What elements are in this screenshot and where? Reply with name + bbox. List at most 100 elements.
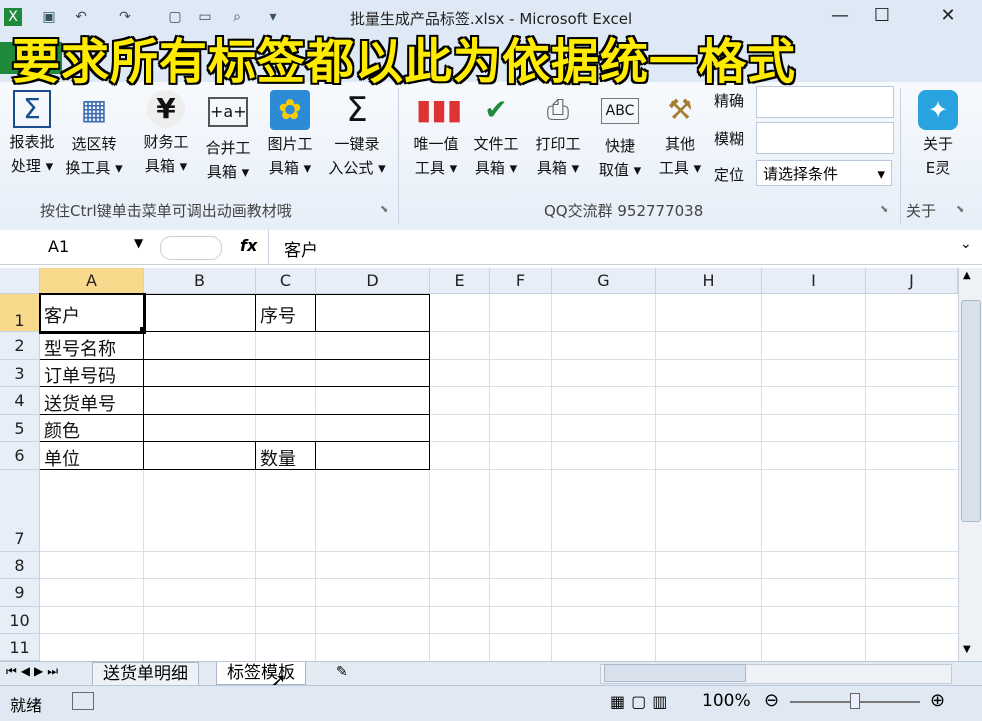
row-header-3[interactable]: 3 xyxy=(0,360,40,387)
button-line1: 合并工 xyxy=(205,139,251,157)
name-box[interactable]: A1 xyxy=(8,235,148,259)
dialog-launcher-icon[interactable]: ⬊ xyxy=(880,204,888,215)
column-header-B[interactable]: B xyxy=(144,268,256,294)
quick-value-button[interactable]: ABC 快捷 取值 ▾ xyxy=(590,90,650,182)
sheet-nav-arrows[interactable]: ⏮◀▶⏭ xyxy=(6,664,62,679)
file-tools-button[interactable]: ✔ 文件工 具箱 ▾ xyxy=(466,90,526,180)
zoom-in-icon[interactable]: ⊕ xyxy=(930,690,945,711)
row-header-4[interactable]: 4 xyxy=(0,387,40,415)
expand-formula-icon[interactable]: ⌄ xyxy=(960,236,972,252)
sheet-tab-delivery[interactable]: 送货单明细 xyxy=(92,662,199,686)
precise-label[interactable]: 精确 xyxy=(714,90,744,111)
sheet-tab-label-template[interactable]: 标签模板 xyxy=(216,662,306,685)
gridline xyxy=(40,633,958,634)
button-line1: 一键录 xyxy=(334,135,380,153)
fuzzy-input[interactable] xyxy=(756,122,894,154)
condition-select[interactable]: 请选择条件 ▾ xyxy=(756,160,892,186)
selection-convert-button[interactable]: ▦ 选区转 换工具 ▾ xyxy=(64,90,124,180)
row-header-5[interactable]: 5 xyxy=(0,415,40,442)
about-button[interactable]: ✦ 关于 E灵 xyxy=(908,90,968,180)
vertical-scroll-thumb[interactable] xyxy=(961,300,981,522)
print-tools-button[interactable]: ⎙ 打印工 具箱 ▾ xyxy=(528,90,588,180)
picture-tools-button[interactable]: ✿ 图片工 具箱 ▾ xyxy=(260,90,320,180)
unique-value-button[interactable]: ▮▮▮ 唯一值 工具 ▾ xyxy=(406,90,466,180)
group-separator xyxy=(398,88,399,224)
column-header-I[interactable]: I xyxy=(762,268,866,294)
column-header-A[interactable]: A xyxy=(40,268,144,294)
scroll-down-icon[interactable]: ▼ xyxy=(963,644,971,655)
cell-A6[interactable]: 单位 xyxy=(44,445,80,471)
row-header-2[interactable]: 2 xyxy=(0,332,40,360)
cell-A2[interactable]: 型号名称 xyxy=(44,335,116,361)
gridline xyxy=(40,578,958,579)
insert-function-button[interactable]: fx xyxy=(240,236,257,255)
macro-record-icon[interactable] xyxy=(72,692,94,710)
finance-tools-button[interactable]: ¥ 财务工 具箱 ▾ xyxy=(136,90,196,178)
cell-C1[interactable]: 序号 xyxy=(260,302,296,328)
column-header-E[interactable]: E xyxy=(430,268,490,294)
row-header-1[interactable]: 1 xyxy=(0,294,40,332)
column-header-F[interactable]: F xyxy=(490,268,552,294)
row-header-11[interactable]: 11 xyxy=(0,634,40,661)
group-label-right: 关于 xyxy=(906,202,937,220)
horizontal-scroll-thumb[interactable] xyxy=(604,664,746,682)
fuzzy-label[interactable]: 模糊 xyxy=(714,128,744,149)
close-button[interactable]: ✕ xyxy=(928,4,968,28)
column-header-J[interactable]: J xyxy=(866,268,958,294)
status-bar xyxy=(0,685,982,721)
dialog-launcher-icon[interactable]: ⬊ xyxy=(380,204,388,215)
other-tools-button[interactable]: ⚒ 其他 工具 ▾ xyxy=(650,90,710,180)
row-header-6[interactable]: 6 xyxy=(0,442,40,470)
column-header-G[interactable]: G xyxy=(552,268,656,294)
column-header-D[interactable]: D xyxy=(316,268,430,294)
scroll-up-icon[interactable]: ▲ xyxy=(963,270,971,281)
insert-sheet-icon[interactable]: ✎ xyxy=(336,664,348,680)
group-separator xyxy=(900,88,901,224)
group-label-left: 按住Ctrl键单击菜单可调出动画教材哦 xyxy=(40,202,292,220)
merge-icon: +a+ xyxy=(208,97,248,127)
locate-label[interactable]: 定位 xyxy=(714,164,744,185)
select-all-corner[interactable] xyxy=(0,268,40,294)
zoom-level[interactable]: 100% xyxy=(702,691,751,711)
cell-A5[interactable]: 颜色 xyxy=(44,417,80,443)
column-header-H[interactable]: H xyxy=(656,268,762,294)
sunflower-icon: ✿ xyxy=(270,90,310,130)
button-line2: 具箱 xyxy=(474,159,505,177)
column-header-C[interactable]: C xyxy=(256,268,316,294)
group-label-middle: QQ交流群 952777038 xyxy=(544,202,704,220)
zoom-slider-thumb[interactable] xyxy=(850,693,860,709)
view-buttons[interactable]: ▦▢▥ xyxy=(610,692,673,711)
grid-select-icon: ▦ xyxy=(80,93,108,126)
button-line2: 处理 xyxy=(10,157,41,175)
cell-A3[interactable]: 订单号码 xyxy=(44,362,116,388)
quick-formula-button[interactable]: Σ 一键录 入公式 ▾ xyxy=(322,90,392,180)
zoom-out-icon[interactable]: ⊖ xyxy=(764,690,779,711)
button-line1: 文件工 xyxy=(473,135,519,153)
chevron-down-icon[interactable]: ▼ xyxy=(134,236,143,250)
merge-tools-button[interactable]: +a+ 合并工 具箱 ▾ xyxy=(198,90,258,184)
dialog-launcher-icon[interactable]: ⬊ xyxy=(956,204,964,215)
twitter-bird-icon: ✦ xyxy=(918,90,958,130)
condition-select-value: 请选择条件 xyxy=(763,165,839,183)
row-header-10[interactable]: 10 xyxy=(0,607,40,634)
cell-A4[interactable]: 送货单号 xyxy=(44,390,116,416)
row-header-7[interactable]: 7 xyxy=(0,470,40,552)
minimize-button[interactable]: — xyxy=(820,4,860,28)
row-header-9[interactable]: 9 xyxy=(0,579,40,607)
formula-content[interactable]: 客户 xyxy=(284,236,318,261)
gridline xyxy=(40,606,958,607)
cell-A1[interactable]: 客户 xyxy=(44,302,80,328)
button-line2: 入公式 xyxy=(328,159,374,177)
button-line2: 取值 xyxy=(598,161,629,179)
report-batch-button[interactable]: Σ 报表批 处理 ▾ xyxy=(2,90,62,178)
formula-splitter[interactable] xyxy=(160,236,222,260)
fill-handle[interactable] xyxy=(140,327,146,333)
yen-icon: ¥ xyxy=(147,90,185,128)
table-border xyxy=(255,294,256,332)
maximize-button[interactable]: ☐ xyxy=(862,4,902,28)
sigma-table-icon: Σ xyxy=(13,90,51,128)
row-header-8[interactable]: 8 xyxy=(0,552,40,579)
button-line1: 选区转 xyxy=(71,135,117,153)
button-line2: 具箱 xyxy=(268,159,299,177)
cell-C6[interactable]: 数量 xyxy=(260,445,296,471)
